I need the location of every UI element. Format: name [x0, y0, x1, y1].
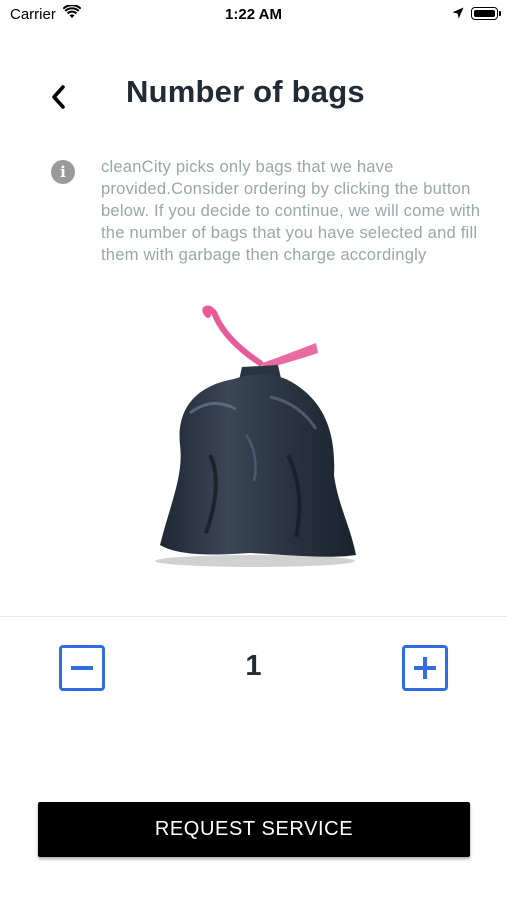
info-text: cleanCity picks only bags that we have p…	[101, 157, 481, 265]
battery-icon	[471, 7, 498, 20]
garbage-bag-image	[155, 305, 356, 567]
info-icon: i	[51, 160, 75, 184]
divider	[0, 616, 507, 617]
back-button[interactable]	[44, 82, 72, 112]
location-arrow-icon	[452, 7, 464, 19]
request-service-button[interactable]: REQUEST SERVICE	[38, 802, 470, 857]
clock: 1:22 AM	[225, 6, 282, 23]
status-bar: Carrier 1:22 AM	[0, 0, 507, 30]
page-title: Number of bags	[126, 74, 365, 109]
chevron-left-icon	[52, 85, 65, 109]
battery-tip	[499, 11, 501, 16]
increment-button[interactable]	[402, 645, 448, 691]
